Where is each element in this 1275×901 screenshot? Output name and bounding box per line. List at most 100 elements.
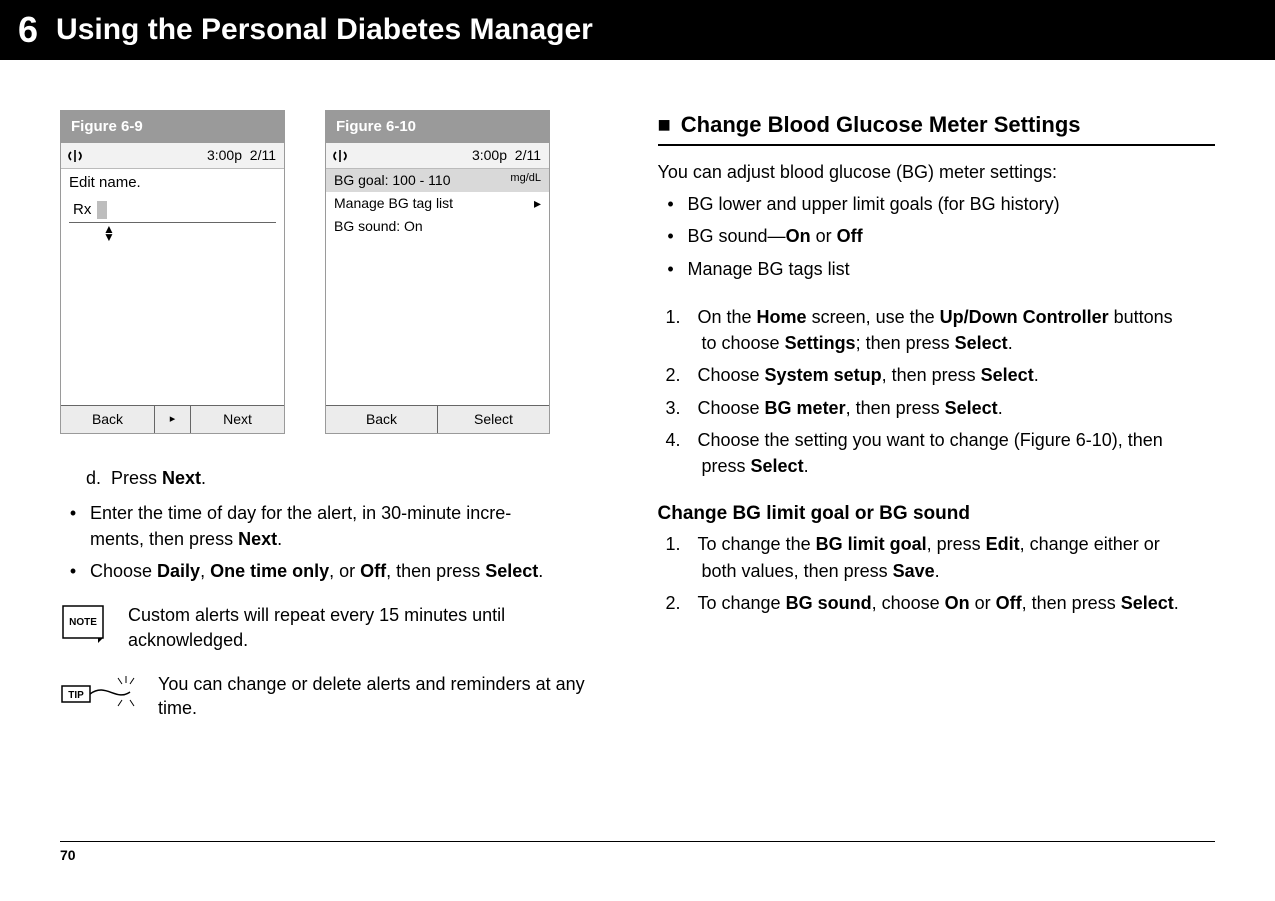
step-text: Choose BG meter, then press Select. <box>698 396 1003 420</box>
step-d-text: Press Next. <box>111 466 206 490</box>
page-number: 70 <box>60 847 76 863</box>
device-screen-a: 3:00p 2/11 Edit name. Rx ▲▼ <box>61 143 284 433</box>
step-number: 2. <box>666 591 688 615</box>
status-time: 3:00p <box>472 147 507 163</box>
bullet-time-of-day-cont: ments, then press Next. <box>90 527 618 551</box>
status-bar: 3:00p 2/11 <box>61 143 284 169</box>
step-number: 2. <box>666 363 688 387</box>
section-title: Change Blood Glucose Meter Settings <box>681 110 1081 140</box>
step-d: d. Press Next. <box>86 466 618 490</box>
softkey-next[interactable]: Next <box>191 406 284 433</box>
bg-goal-text: BG goal: 100 - 110 <box>334 171 450 190</box>
chapter-header: 6 Using the Personal Diabetes Manager <box>0 0 1275 60</box>
status-date: 2/11 <box>250 147 276 163</box>
figures-row: Figure 6-9 3:00p 2/11 Edit name. <box>60 110 618 434</box>
bullet-text: Choose Daily, One time only, or Off, the… <box>90 559 543 583</box>
device-screen-b: 3:00p 2/11 BG goal: 100 - 110 mg/dL Mana… <box>326 143 549 433</box>
step-1-cont: to choose Settings; then press Select. <box>702 331 1216 355</box>
substep-1-cont: both values, then press Save. <box>702 559 1216 583</box>
status-right: 3:00p 2/11 <box>472 146 541 165</box>
status-time: 3:00p <box>207 147 242 163</box>
step-text: Choose the setting you want to change (F… <box>698 428 1163 452</box>
chapter-title: Using the Personal Diabetes Manager <box>56 10 593 51</box>
softkey-arrow[interactable]: ▸ <box>155 406 191 433</box>
figure-label: Figure 6-10 <box>326 111 549 143</box>
updown-caret-icon: ▲▼ <box>103 225 276 241</box>
page-footer: 70 <box>60 841 1215 865</box>
softkey-back[interactable]: Back <box>326 406 438 433</box>
bullet-bg-limits: • BG lower and upper limit goals (for BG… <box>666 192 1216 216</box>
figure-6-10: Figure 6-10 3:00p 2/11 BG goal: 100 - 11… <box>325 110 550 434</box>
step-number: 4. <box>666 428 688 452</box>
chevron-right-icon: ▸ <box>534 194 541 213</box>
bg-tag-text: Manage BG tag list <box>334 194 453 213</box>
step-3: 3. Choose BG meter, then press Select. <box>666 396 1216 420</box>
note-label-text: NOTE <box>69 617 97 628</box>
step-text: To change BG sound, choose On or Off, th… <box>698 591 1179 615</box>
step-number: 1. <box>666 532 688 556</box>
bullet-text: Enter the time of day for the alert, in … <box>90 501 511 525</box>
bullet-dot-icon: • <box>68 501 78 525</box>
bullet-time-of-day: • Enter the time of day for the alert, i… <box>68 501 618 525</box>
softkey-back[interactable]: Back <box>61 406 155 433</box>
bullet-dot-icon: • <box>666 257 676 281</box>
step-text: To change the BG limit goal, press Edit,… <box>698 532 1160 556</box>
bg-goal-unit: mg/dL <box>510 171 541 190</box>
edit-name-row: Rx <box>69 200 276 220</box>
bullet-bg-tags: • Manage BG tags list <box>666 257 1216 281</box>
softkey-bar: Back ▸ Next <box>61 405 284 433</box>
bullet-text: BG lower and upper limit goals (for BG h… <box>688 192 1060 216</box>
substep-2: 2. To change BG sound, choose On or Off,… <box>666 591 1216 615</box>
status-right: 3:00p 2/11 <box>207 146 276 165</box>
bg-sound-text: BG sound: On <box>334 217 423 236</box>
intro-text: You can adjust blood glucose (BG) meter … <box>658 160 1216 184</box>
step-4-cont: press Select. <box>702 454 1216 478</box>
bg-goal-row[interactable]: BG goal: 100 - 110 mg/dL <box>326 169 549 192</box>
section-marker-icon: ■ <box>658 110 671 140</box>
chapter-number: 6 <box>18 6 38 55</box>
svg-text:TIP: TIP <box>68 690 84 701</box>
page: 6 Using the Personal Diabetes Manager Fi… <box>0 0 1275 901</box>
softkey-select[interactable]: Select <box>438 406 549 433</box>
text-cursor <box>97 201 107 219</box>
softkey-bar: Back Select <box>326 405 549 433</box>
content-columns: Figure 6-9 3:00p 2/11 Edit name. <box>0 60 1275 741</box>
bullet-text: Manage BG tags list <box>688 257 850 281</box>
antenna-icon <box>67 148 83 164</box>
left-column: Figure 6-9 3:00p 2/11 Edit name. <box>60 110 618 731</box>
status-date: 2/11 <box>515 147 541 163</box>
bullet-text: BG sound—On or Off <box>688 224 863 248</box>
note-callout: NOTE Custom alerts will repeat every 15 … <box>60 603 618 652</box>
step-number: 1. <box>666 305 688 329</box>
subsection-heading: Change BG limit goal or BG sound <box>658 501 1216 527</box>
bullet-dot-icon: • <box>68 559 78 583</box>
tip-text: You can change or delete alerts and remi… <box>158 672 618 721</box>
status-bar: 3:00p 2/11 <box>326 143 549 169</box>
bullet-bg-sound: • BG sound—On or Off <box>666 224 1216 248</box>
bullet-choose-frequency: • Choose Daily, One time only, or Off, t… <box>68 559 618 583</box>
substep-1: 1. To change the BG limit goal, press Ed… <box>666 532 1216 556</box>
figure-6-9: Figure 6-9 3:00p 2/11 Edit name. <box>60 110 285 434</box>
right-column: ■ Change Blood Glucose Meter Settings Yo… <box>658 110 1216 731</box>
edit-field-value: Rx <box>73 200 91 220</box>
tip-callout: TIP You can change or delete alerts and … <box>60 672 618 721</box>
note-icon: NOTE <box>60 603 110 643</box>
section-rule <box>658 144 1216 146</box>
step-4: 4. Choose the setting you want to change… <box>666 428 1216 452</box>
step-text: On the Home screen, use the Up/Down Cont… <box>698 305 1173 329</box>
figure-label: Figure 6-9 <box>61 111 284 143</box>
section-heading: ■ Change Blood Glucose Meter Settings <box>658 110 1216 140</box>
bullet-dot-icon: • <box>666 192 676 216</box>
screen-title: Edit name. <box>61 169 284 197</box>
step-number: 3. <box>666 396 688 420</box>
bg-sound-row[interactable]: BG sound: On <box>326 215 549 238</box>
antenna-icon <box>332 148 348 164</box>
step-text: Choose System setup, then press Select. <box>698 363 1039 387</box>
edit-underline <box>69 222 276 223</box>
step-2: 2. Choose System setup, then press Selec… <box>666 363 1216 387</box>
tip-icon: TIP <box>60 672 140 712</box>
step-letter-label: d. <box>86 466 101 490</box>
step-1: 1. On the Home screen, use the Up/Down C… <box>666 305 1216 329</box>
bg-tag-list-row[interactable]: Manage BG tag list ▸ <box>326 192 549 215</box>
bullet-dot-icon: • <box>666 224 676 248</box>
